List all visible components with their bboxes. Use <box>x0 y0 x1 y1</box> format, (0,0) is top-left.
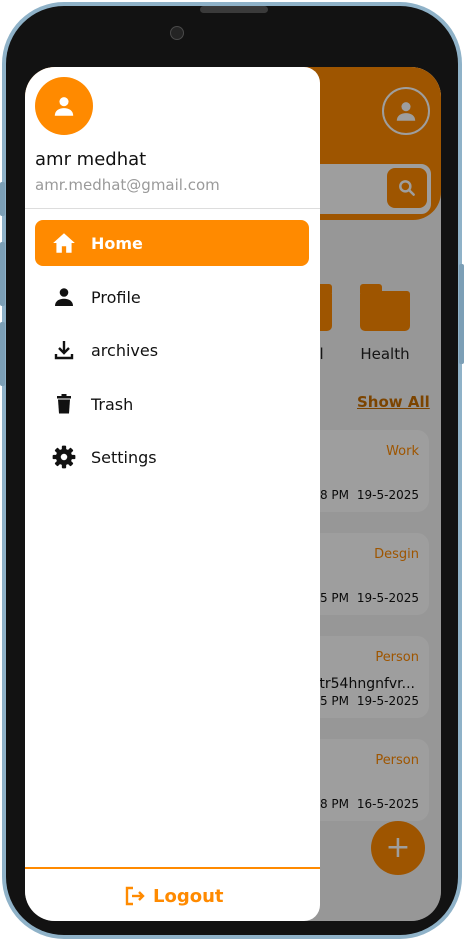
side-button <box>0 322 5 386</box>
drawer-item-label: Profile <box>91 287 141 307</box>
drawer-item-settings[interactable]: Settings <box>35 434 309 480</box>
home-icon <box>53 233 75 253</box>
download-icon <box>54 341 74 360</box>
trash-icon <box>57 394 71 414</box>
drawer-divider <box>25 208 320 209</box>
drawer-item-trash[interactable]: Trash <box>35 381 309 427</box>
drawer-item-label: archives <box>91 340 159 360</box>
logout-icon <box>125 886 145 906</box>
logout-button[interactable]: Logout <box>123 881 224 911</box>
logout-divider <box>25 867 320 869</box>
person-icon <box>55 288 73 306</box>
power-button <box>459 264 464 364</box>
navigation-drawer: amr medhat amr.medhat@gmail.com Home Pro… <box>25 67 320 921</box>
speaker-bar <box>200 6 268 13</box>
user-email: amr.medhat@gmail.com <box>35 176 220 194</box>
side-button <box>0 242 5 306</box>
logout-label: Logout <box>153 885 224 907</box>
drawer-item-profile[interactable]: Profile <box>35 274 309 320</box>
gear-icon <box>52 445 76 469</box>
person-icon <box>54 97 74 116</box>
drawer-item-archives[interactable]: archives <box>35 327 309 373</box>
user-name: amr medhat <box>35 149 147 170</box>
drawer-item-label: Home <box>91 233 143 253</box>
camera <box>170 26 184 40</box>
screen: el Health Show All Work 08 PM 19-5-2025 … <box>25 67 441 921</box>
drawer-item-label: Settings <box>91 447 157 467</box>
drawer-item-home[interactable]: Home <box>35 220 309 266</box>
side-button <box>0 182 5 216</box>
drawer-item-label: Trash <box>91 394 134 414</box>
user-avatar <box>35 77 93 135</box>
